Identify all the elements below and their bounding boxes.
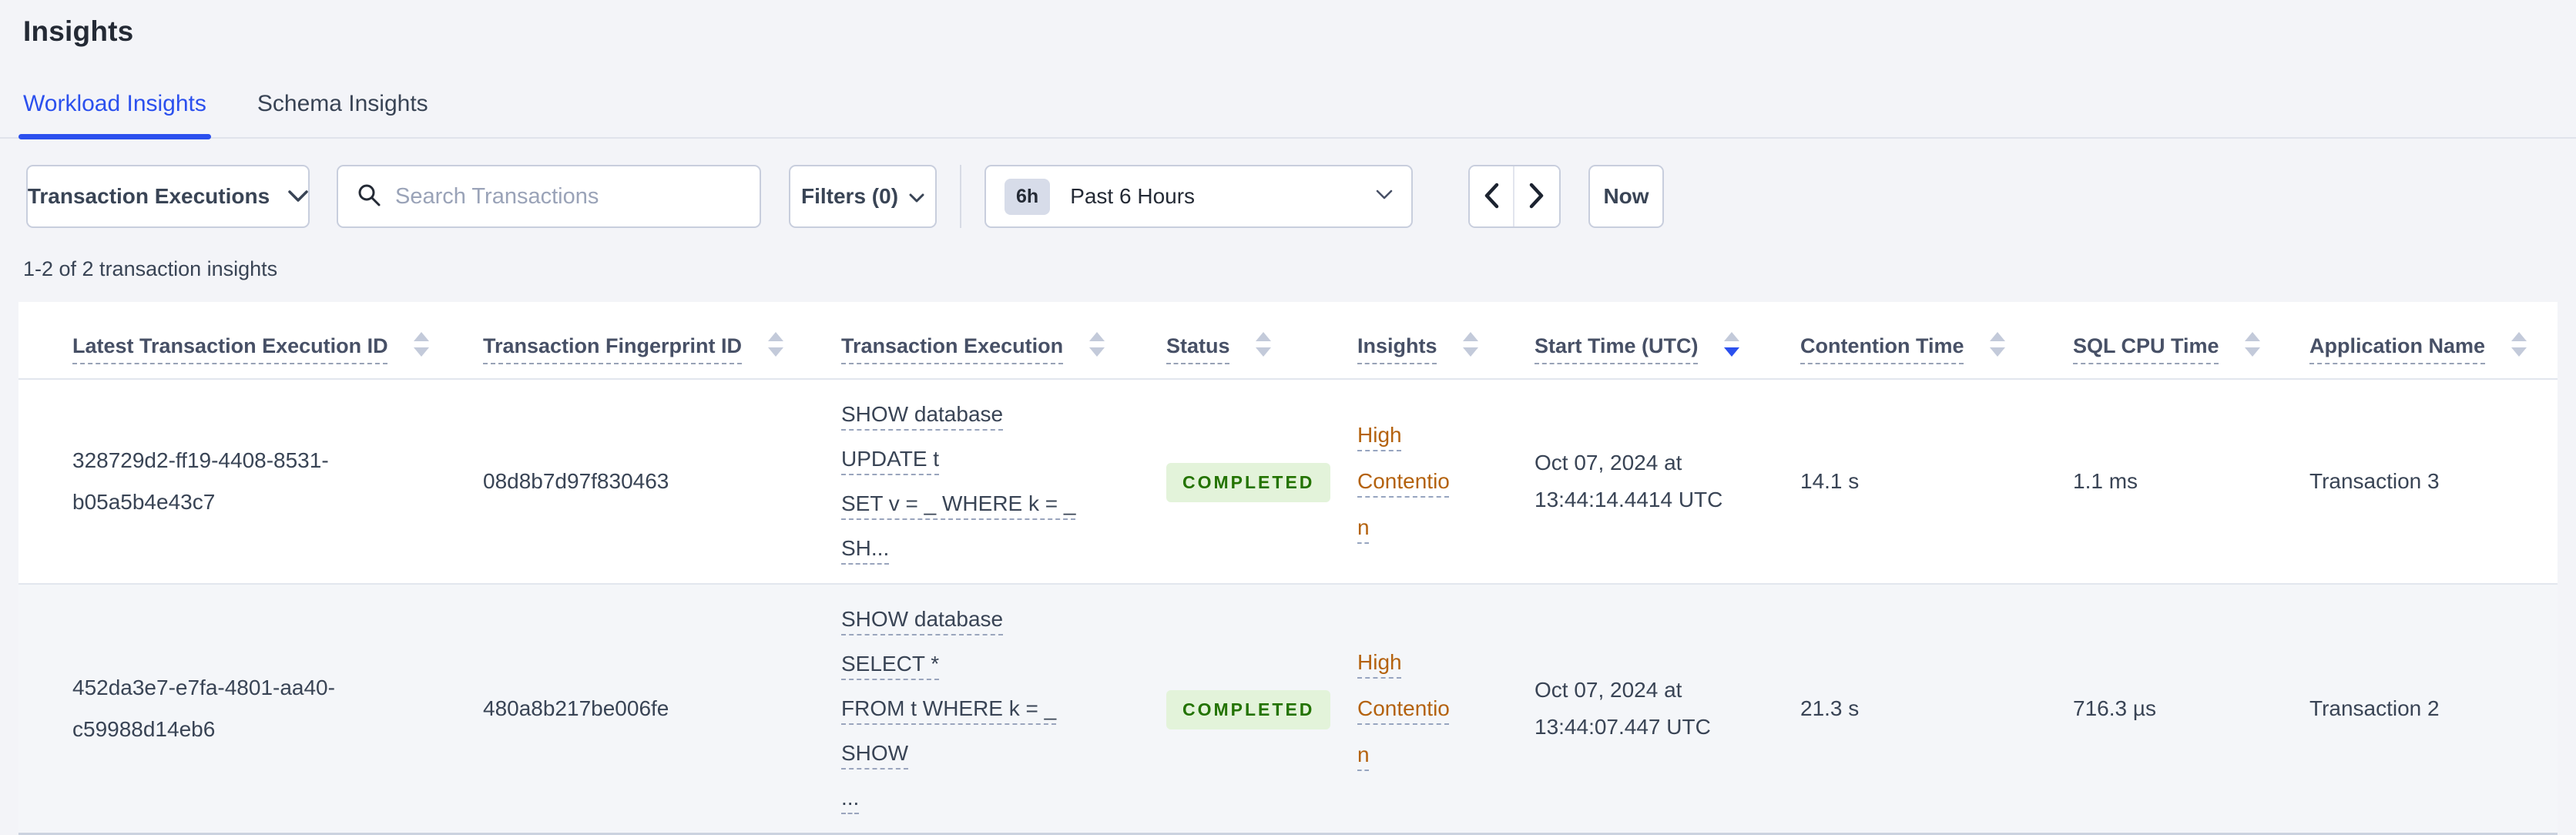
sort-icon (1463, 331, 1479, 357)
search-input[interactable] (395, 183, 741, 210)
table-row: 328729d2-ff19-4408-8531-b05a5b4e43c7 08d… (18, 378, 2558, 584)
cell-application-name: Transaction 3 (2309, 468, 2440, 493)
column-header-contention-time[interactable]: Contention Time (1746, 302, 2019, 379)
column-header-application-name[interactable]: Application Name (2256, 302, 2558, 379)
transaction-insights-table: Latest Transaction Execution ID Transact… (18, 302, 2558, 835)
sort-icon (414, 331, 430, 357)
previous-time-button[interactable] (1470, 166, 1514, 226)
sort-icon-active-desc (1724, 331, 1740, 357)
transaction-execution-link[interactable]: SET v = _ WHERE k = _ SH... (841, 491, 1075, 560)
chevron-down-icon (1376, 189, 1393, 204)
column-header-status[interactable]: Status (1112, 302, 1303, 379)
transaction-execution-link[interactable]: FROM t WHERE k = _ SHOW (841, 696, 1056, 765)
cell-status: COMPLETED (1112, 379, 1331, 584)
results-count: 1-2 of 2 transaction insights (23, 257, 278, 280)
toolbar-divider (960, 165, 961, 228)
sort-icon (1088, 331, 1105, 357)
cell-contention-time: 21.3 s (1800, 696, 1860, 720)
column-header-insights[interactable]: Insights (1303, 302, 1481, 379)
column-header-latest-transaction-execution-id[interactable]: Latest Transaction Execution ID (18, 302, 430, 379)
table-header-row: Latest Transaction Execution ID Transact… (18, 302, 2558, 379)
table-row: 452da3e7-e7fa-4801-aa40-c59988d14eb6 480… (18, 583, 2558, 834)
time-pager (1468, 165, 1561, 228)
sort-icon (767, 331, 783, 357)
transaction-execution-link[interactable]: SHOW database SELECT * (841, 607, 1003, 676)
sort-icon (2511, 331, 2527, 357)
filters-dropdown[interactable]: Filters (0) (789, 165, 937, 228)
high-contention-link[interactable]: High Contention (1357, 423, 1450, 539)
status-badge: COMPLETED (1166, 462, 1331, 503)
column-header-transaction-fingerprint-id[interactable]: Transaction Fingerprint ID (429, 302, 787, 379)
search-box (337, 165, 761, 228)
transaction-execution-link[interactable]: SHOW database UPDATE t (841, 402, 1003, 471)
insights-table-card: Latest Transaction Execution ID Transact… (18, 302, 2558, 835)
filters-dropdown-label: Filters (0) (800, 184, 899, 208)
column-header-transaction-execution[interactable]: Transaction Execution (787, 302, 1112, 379)
column-header-start-time[interactable]: Start Time (UTC) (1481, 302, 1746, 379)
cell-start-time: Oct 07, 2024 at 13:44:07.447 UTC (1535, 677, 1711, 739)
tab-schema-insights[interactable]: Schema Insights (257, 91, 428, 137)
cell-status: COMPLETED (1112, 584, 1331, 834)
sort-icon (2245, 331, 2261, 357)
cell-fingerprint-id: 480a8b217be006fe (483, 696, 669, 720)
cell-transaction-execution: SHOW database UPDATE t SET v = _ WHERE k… (787, 379, 1112, 584)
cell-start-time: Oct 07, 2024 at 13:44:14.4414 UTC (1535, 450, 1723, 511)
chevron-down-icon (909, 184, 924, 209)
cell-execution-id: 452da3e7-e7fa-4801-aa40-c59988d14eb6 (72, 675, 335, 741)
search-icon (357, 183, 381, 211)
insights-page: Insights Workload Insights Schema Insigh… (0, 0, 2576, 835)
chevron-left-icon (1484, 183, 1499, 211)
sort-icon (1990, 331, 2006, 357)
toolbar: Transaction Executions Filters (0) 6h Pa… (26, 165, 2576, 228)
cell-sql-cpu-time: 1.1 ms (2073, 468, 2138, 493)
time-range-picker[interactable]: 6h Past 6 Hours (984, 165, 1413, 228)
cell-sql-cpu-time: 716.3 µs (2073, 696, 2156, 720)
column-header-sql-cpu-time[interactable]: SQL CPU Time (2019, 302, 2261, 379)
next-time-button[interactable] (1514, 166, 1559, 226)
status-badge: COMPLETED (1166, 689, 1331, 730)
high-contention-link[interactable]: High Contention (1357, 650, 1450, 766)
tab-bar: Workload Insights Schema Insights (0, 91, 2576, 139)
cell-execution-id: 328729d2-ff19-4408-8531-b05a5b4e43c7 (72, 448, 329, 514)
cell-transaction-execution: SHOW database SELECT * FROM t WHERE k = … (787, 584, 1112, 834)
tab-workload-insights[interactable]: Workload Insights (18, 91, 211, 139)
sort-icon (1256, 331, 1272, 357)
now-button[interactable]: Now (1588, 165, 1664, 228)
execution-type-dropdown-label: Transaction Executions (27, 184, 270, 208)
time-range-badge: 6h (1005, 178, 1051, 215)
execution-type-dropdown[interactable]: Transaction Executions (26, 165, 310, 228)
transaction-execution-link[interactable]: ... (841, 786, 859, 810)
cell-fingerprint-id: 08d8b7d97f830463 (483, 468, 669, 493)
cell-contention-time: 14.1 s (1800, 468, 1860, 493)
time-range-label: Past 6 Hours (1070, 184, 1196, 208)
page-title: Insights (23, 15, 134, 47)
chevron-down-icon (288, 184, 308, 209)
cell-application-name: Transaction 2 (2309, 696, 2440, 720)
chevron-right-icon (1529, 183, 1545, 211)
